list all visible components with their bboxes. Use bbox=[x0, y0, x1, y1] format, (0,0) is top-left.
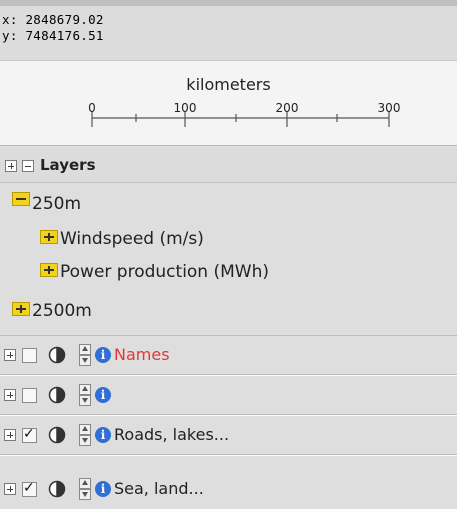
coordinate-readout: x: 2848679.02 y: 7484176.51 bbox=[0, 0, 457, 61]
overlay-row-names: i Names bbox=[0, 336, 457, 374]
reorder-arrows-icon[interactable] bbox=[79, 344, 91, 366]
info-icon[interactable]: i bbox=[95, 481, 111, 497]
reorder-arrows-icon[interactable] bbox=[79, 384, 91, 406]
expand-icon[interactable] bbox=[4, 429, 16, 441]
folder-expand-icon[interactable] bbox=[40, 263, 58, 277]
visibility-checkbox[interactable] bbox=[22, 480, 37, 497]
scale-tick-label: 300 bbox=[377, 101, 401, 115]
visibility-checkbox[interactable] bbox=[22, 348, 37, 363]
folder-expand-icon[interactable] bbox=[12, 302, 30, 316]
overlay-row-unnamed: i bbox=[0, 376, 457, 414]
visibility-checkbox[interactable] bbox=[22, 426, 37, 443]
visibility-checkbox[interactable] bbox=[22, 388, 37, 403]
tree-item-label: 250m bbox=[32, 194, 82, 214]
info-icon[interactable]: i bbox=[95, 427, 111, 443]
scale-tick-label: 0 bbox=[88, 101, 96, 115]
overlay-name: Names bbox=[114, 345, 170, 364]
tree-item-label: Power production (MWh) bbox=[60, 262, 270, 282]
scale-tick-label: 100 bbox=[173, 101, 197, 115]
tree-item-label: 2500m bbox=[32, 301, 92, 321]
expand-icon[interactable] bbox=[4, 389, 16, 401]
x-coordinate-value: 2848679.02 bbox=[25, 12, 104, 27]
y-coordinate: y: 7484176.51 bbox=[2, 28, 104, 43]
overlay-name: Roads, lakes... bbox=[114, 425, 230, 444]
info-icon[interactable]: i bbox=[95, 347, 111, 363]
opacity-icon[interactable] bbox=[48, 346, 66, 364]
overlay-name: Sea, land... bbox=[114, 479, 204, 498]
expand-icon[interactable] bbox=[4, 349, 16, 361]
scale-bar: kilometers 0 100 200 300 bbox=[0, 61, 457, 146]
coordinate-readout-border bbox=[0, 0, 457, 6]
layers-title: Layers bbox=[40, 156, 96, 174]
folder-collapse-icon[interactable] bbox=[12, 192, 30, 206]
expand-icon[interactable] bbox=[4, 483, 16, 495]
folder-expand-icon[interactable] bbox=[40, 230, 58, 244]
reorder-arrows-icon[interactable] bbox=[79, 478, 91, 500]
scale-tick-label: 200 bbox=[275, 101, 299, 115]
overlay-row-roads-lakes: i Roads, lakes... bbox=[0, 416, 457, 454]
info-icon[interactable]: i bbox=[95, 387, 111, 403]
y-coordinate-value: 7484176.51 bbox=[25, 28, 104, 43]
reorder-arrows-icon[interactable] bbox=[79, 424, 91, 446]
opacity-icon[interactable] bbox=[48, 386, 66, 404]
opacity-icon[interactable] bbox=[48, 426, 66, 444]
layers-header: Layers bbox=[0, 148, 457, 183]
x-coordinate: x: 2848679.02 bbox=[2, 12, 104, 27]
expand-all-icon[interactable] bbox=[5, 160, 17, 172]
tree-item-label: Windspeed (m/s) bbox=[60, 229, 204, 249]
collapse-all-icon[interactable] bbox=[22, 160, 34, 172]
opacity-icon[interactable] bbox=[48, 480, 66, 498]
overlay-row-sea-land: i Sea, land... bbox=[0, 456, 457, 509]
